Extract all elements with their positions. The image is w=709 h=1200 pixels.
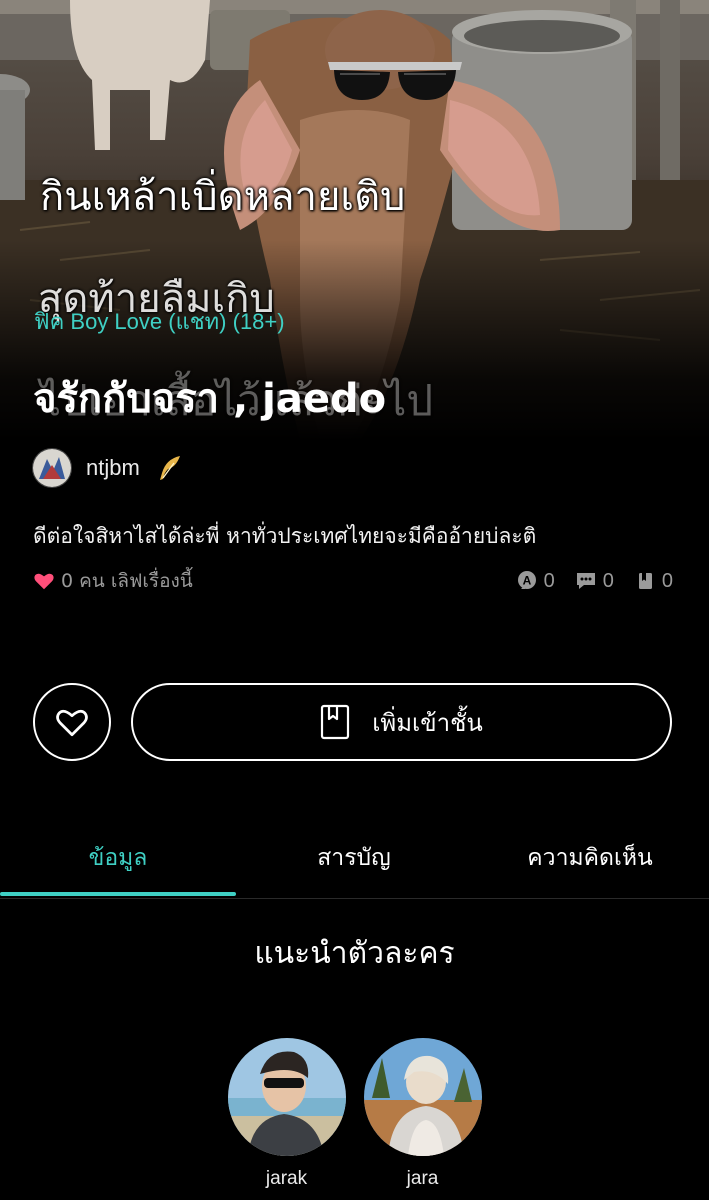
book-icon [638,573,652,589]
characters-section-title: แนะนำตัวละคร [254,936,455,971]
view-count: A 0 [516,570,555,593]
author-row[interactable]: ntjbm [32,448,184,488]
author-avatar[interactable] [32,448,72,488]
love-count-value: 0 [61,570,74,592]
character-avatar[interactable] [363,1038,482,1156]
story-genre[interactable]: ฟิค Boy Love (แชท) (18+) [34,304,285,339]
character-name: jara [406,1168,439,1189]
like-button[interactable] [33,683,111,761]
detail-tabs: ข้อมูล สารบัญ ความคิดเห็น [0,820,709,899]
book-icon [321,704,350,740]
tab-contents[interactable]: สารบัญ [236,820,472,896]
character-name: jarak [265,1168,308,1189]
quill-icon [159,456,180,480]
character-card[interactable]: jara [363,1038,482,1190]
svg-text:A: A [522,574,531,588]
tab-comments[interactable]: ความคิดเห็น [472,820,708,896]
reader-icon: A [517,571,536,589]
comment-icon [576,573,595,589]
love-count-label: คน เลิฟเรื่องนี้ [79,570,193,592]
story-cover: กินเหล้าเบิ่ดหลายเติบ สุดท้ายลืมเกิบ ไปเ… [0,0,709,440]
cover-caption-line: กินเหล้าเบิ่ดหลายเติบ [40,174,406,220]
comment-count-value: 0 [602,569,614,592]
active-tab-indicator [0,892,236,896]
add-to-library-label: เพิ่มเข้าชั้น [372,708,483,737]
comment-count: 0 [575,570,614,593]
stats-row: 0 คน เลิฟเรื่องนี้ A 0 0 0 [33,566,673,596]
character-avatar[interactable] [227,1038,346,1156]
view-count-value: 0 [543,569,555,592]
heart-icon [34,573,54,590]
add-to-library-button[interactable]: เพิ่มเข้าชั้น [131,683,672,761]
character-card[interactable]: jarak [227,1038,346,1190]
bookmark-count: 0 [634,570,673,593]
story-description: ดีต่อใจสิหาไสได้ล่ะพี่ หาทั่วประเทศไทยจะ… [33,524,537,548]
bookmark-count-value: 0 [661,569,673,592]
author-name[interactable]: ntjbm [86,455,140,481]
love-count: 0 คน เลิฟเรื่องนี้ [33,566,193,596]
tab-info[interactable]: ข้อมูล [0,820,236,896]
story-title: จรักกับจรา , jaedo [33,376,387,422]
character-list: jarak jara [0,1038,709,1190]
heart-outline-icon [56,709,88,737]
